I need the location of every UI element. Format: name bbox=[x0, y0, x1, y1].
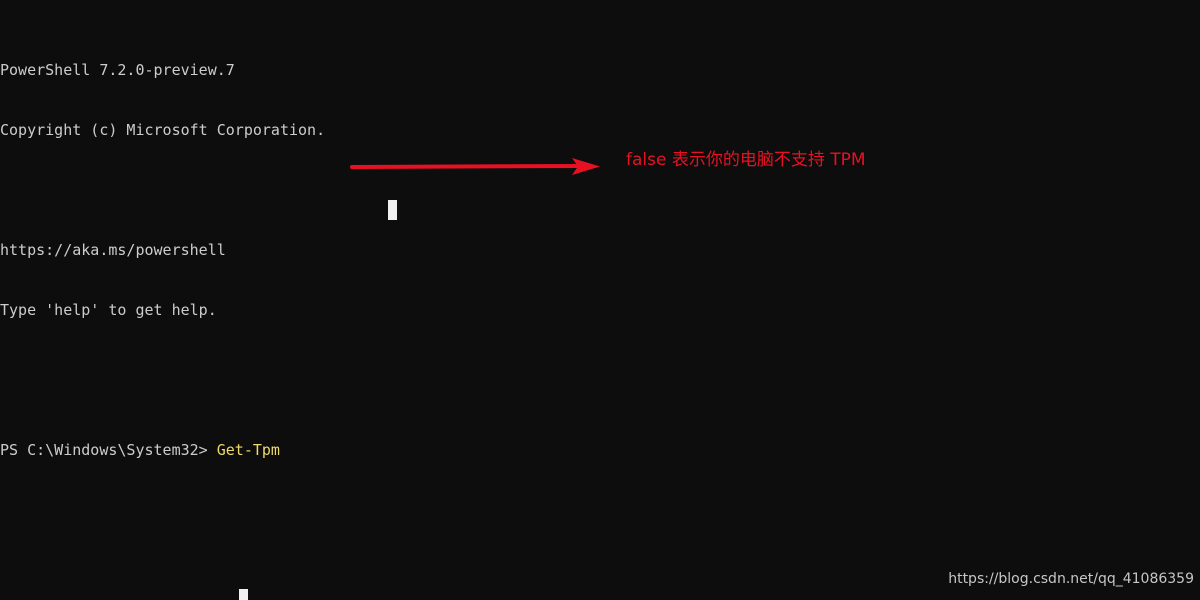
banner-blank-line-1 bbox=[0, 180, 352, 200]
input-caret-block bbox=[239, 589, 248, 600]
watermark-text: https://blog.csdn.net/qq_41086359 bbox=[948, 571, 1194, 587]
text-cursor-block bbox=[388, 200, 397, 220]
command-line[interactable]: PS C:\Windows\System32> Get-Tpm bbox=[0, 440, 352, 460]
banner-blank-line-2 bbox=[0, 360, 352, 380]
banner-line-url: https://aka.ms/powershell bbox=[0, 241, 226, 259]
banner-line-help: Type 'help' to get help. bbox=[0, 301, 217, 319]
annotation-arrow-icon bbox=[350, 158, 600, 175]
command-text: Get-Tpm bbox=[216, 441, 280, 459]
console-output: PowerShell 7.2.0-preview.7 Copyright (c)… bbox=[0, 0, 352, 600]
banner-line-version: PowerShell 7.2.0-preview.7 bbox=[0, 61, 235, 79]
prompt-label: PS C:\Windows\System32> bbox=[0, 441, 217, 459]
banner-line-copyright: Copyright (c) Microsoft Corporation. bbox=[0, 121, 326, 139]
annotation-text: false 表示你的电脑不支持 TPM bbox=[626, 150, 866, 170]
powershell-terminal-window[interactable]: PowerShell 7.2.0-preview.7 Copyright (c)… bbox=[0, 0, 1200, 600]
blank-line-after-command bbox=[0, 520, 352, 540]
